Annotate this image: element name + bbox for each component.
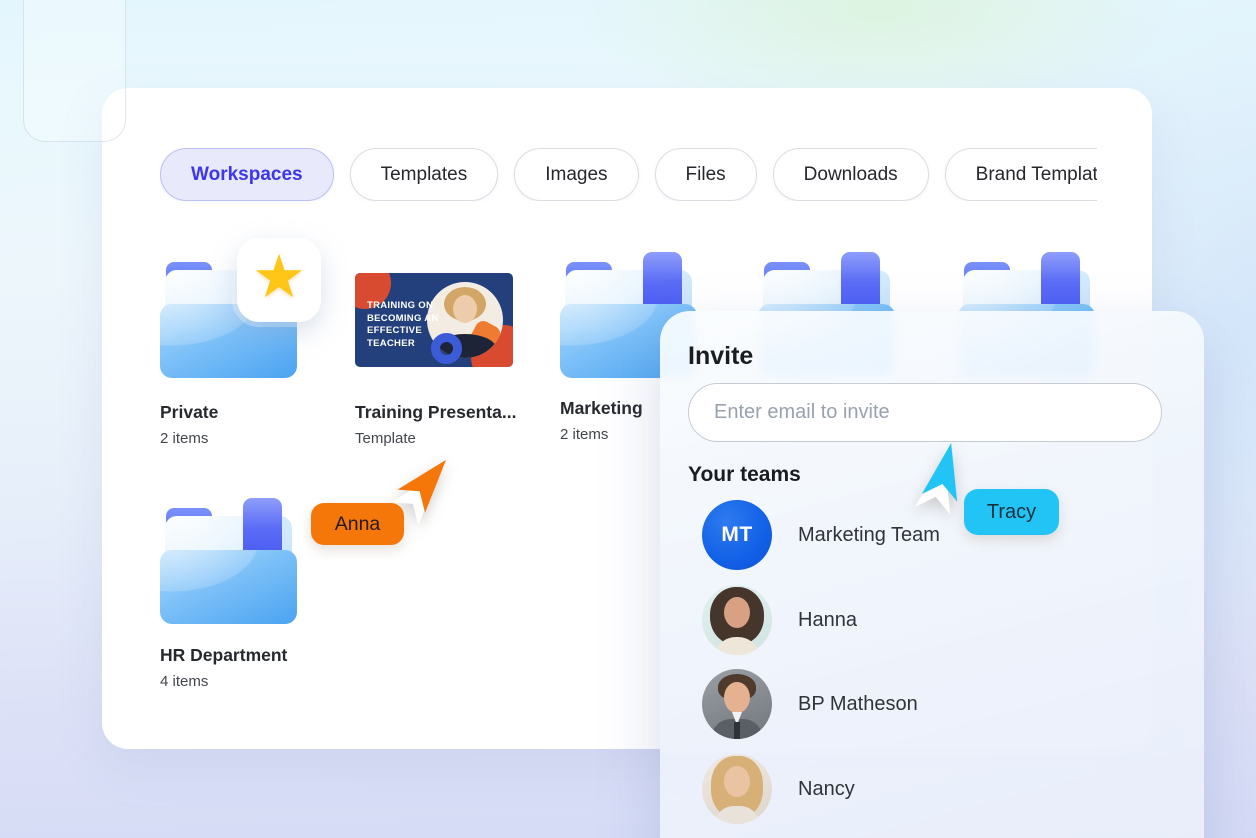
folder-marketing-count: 2 items — [560, 426, 609, 443]
member-row-nancy[interactable]: Nancy — [702, 754, 855, 824]
tab-downloads[interactable]: Downloads — [772, 148, 929, 201]
invite-panel: Invite Your teams MT Marketing Team Hann… — [660, 311, 1204, 838]
star-icon: ★ — [252, 243, 306, 310]
tracy-cursor-icon — [916, 442, 958, 515]
tab-brand-templates[interactable]: Brand Templates — [944, 148, 1097, 201]
member-name: BP Matheson — [798, 692, 918, 715]
tab-workspaces[interactable]: Workspaces — [160, 148, 334, 201]
tab-images[interactable]: Images — [514, 148, 639, 201]
avatar-hanna — [702, 585, 772, 655]
tab-templates[interactable]: Templates — [349, 148, 499, 201]
folder-private-name: Private — [160, 402, 219, 422]
member-row-bp-matheson[interactable]: BP Matheson — [702, 669, 918, 739]
folder-private-count: 2 items — [160, 430, 209, 447]
folder-hr-count: 4 items — [160, 673, 209, 690]
background-ghost-panel — [23, 0, 126, 142]
avatar-nancy — [702, 754, 772, 824]
favorite-badge[interactable]: ★ — [237, 238, 321, 322]
template-name: Training Presenta... — [355, 402, 517, 422]
folder-hr-department[interactable] — [160, 498, 297, 624]
invite-email-input[interactable] — [688, 383, 1162, 442]
team-row-marketing-team[interactable]: MT Marketing Team — [702, 500, 940, 570]
invite-title: Invite — [688, 342, 754, 370]
folder-marketing-name: Marketing — [560, 398, 643, 418]
category-tabs: Workspaces Templates Images Files Downlo… — [160, 148, 1097, 201]
member-name: Hanna — [798, 608, 857, 631]
team-avatar-mt: MT — [702, 500, 772, 570]
folder-hr-name: HR Department — [160, 645, 288, 665]
tab-files[interactable]: Files — [654, 148, 757, 201]
your-teams-heading: Your teams — [688, 463, 801, 486]
anna-cursor-label: Anna — [311, 503, 404, 545]
member-row-hanna[interactable]: Hanna — [702, 585, 857, 655]
thumb-title-text: TRAINING ON BECOMING AN EFFECTIVE TEACHE… — [367, 300, 439, 349]
tracy-cursor-label: Tracy — [964, 489, 1059, 535]
member-name: Nancy — [798, 777, 855, 800]
workspace-screen: Workspaces Templates Images Files Downlo… — [0, 0, 1256, 838]
team-initials: MT — [721, 523, 753, 546]
avatar-bp-matheson — [702, 669, 772, 739]
folder-front-decor — [160, 550, 297, 624]
template-thumbnail[interactable]: TRAINING ON BECOMING AN EFFECTIVE TEACHE… — [355, 273, 513, 367]
